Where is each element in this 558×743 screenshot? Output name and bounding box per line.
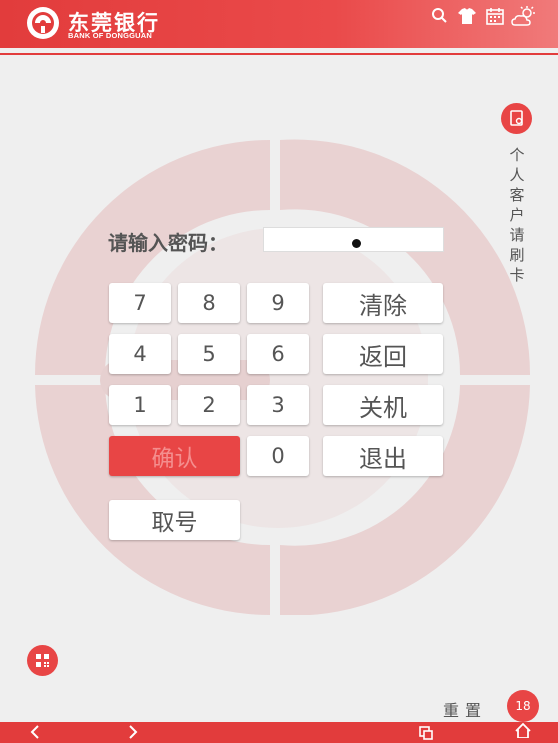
key-1[interactable]: 1 [109,385,171,425]
back-arrow-icon[interactable] [27,724,45,740]
key-0[interactable]: 0 [247,436,309,476]
counter-badge: 18 [507,690,539,722]
header-divider [0,53,558,55]
key-4[interactable]: 4 [109,334,171,374]
bank-logo-icon [27,7,59,39]
search-icon[interactable] [429,6,451,26]
qr-code-icon [36,654,49,667]
password-mask-dot [352,239,361,248]
clear-button[interactable]: 清除 [323,283,443,323]
take-ticket-button[interactable]: 取号 [109,500,240,540]
reset-button[interactable]: 重置 [443,697,487,721]
password-input[interactable] [263,227,444,252]
personal-card-prompt: 个人客户请刷卡 [509,146,525,284]
qr-code-button[interactable] [27,645,58,676]
card-reader-icon [510,110,523,126]
bank-name-en: BANK OF DONGGUAN [68,31,153,40]
window-icon[interactable] [417,724,435,740]
key-7[interactable]: 7 [109,283,171,323]
key-6[interactable]: 6 [247,334,309,374]
forward-arrow-icon[interactable] [124,724,142,740]
key-5[interactable]: 5 [178,334,240,374]
card-reader-button[interactable] [501,103,532,134]
key-2[interactable]: 2 [178,385,240,425]
key-3[interactable]: 3 [247,385,309,425]
bank-watermark-icon [35,139,530,615]
shutdown-button[interactable]: 关机 [323,385,443,425]
navigation-bar [0,722,558,743]
password-label: 请输入密码： [108,231,228,255]
home-icon[interactable] [514,722,532,738]
key-8[interactable]: 8 [178,283,240,323]
exit-button[interactable]: 退出 [323,436,443,476]
shirt-icon[interactable] [456,6,478,26]
calendar-icon[interactable] [484,6,506,26]
key-9[interactable]: 9 [247,283,309,323]
confirm-button[interactable]: 确认 [109,436,240,476]
top-header: 东莞银行 BANK OF DONGGUAN [0,0,558,48]
weather-icon[interactable] [511,6,537,28]
back-button[interactable]: 返回 [323,334,443,374]
